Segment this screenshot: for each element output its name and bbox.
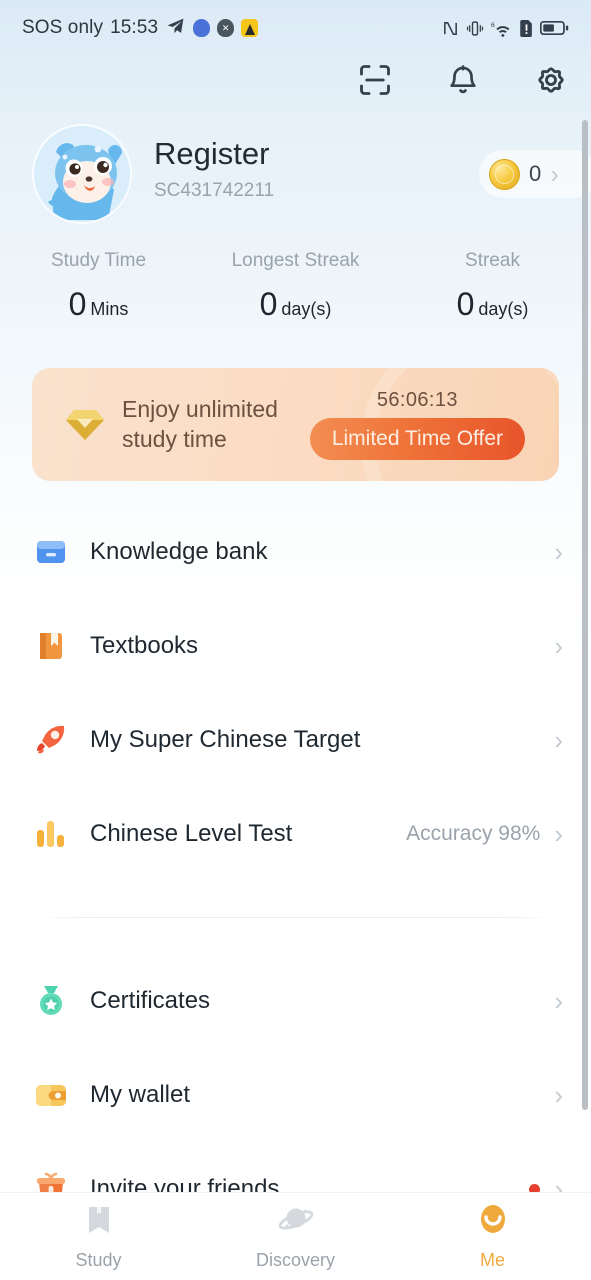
menu-item-label: Certificates bbox=[90, 987, 211, 1014]
bottom-navigation: Study Discovery Me bbox=[0, 1192, 591, 1280]
coin-count: 0 bbox=[529, 161, 542, 186]
rocket-icon bbox=[32, 721, 70, 759]
coin-balance-button[interactable]: 0 › bbox=[479, 150, 591, 198]
gear-icon[interactable] bbox=[529, 58, 573, 102]
chevron-right-icon: › bbox=[554, 537, 563, 567]
stat-value-group: 0 Mins bbox=[0, 286, 197, 323]
stat-number: 0 bbox=[259, 286, 278, 322]
nav-label: Discovery bbox=[255, 1250, 335, 1270]
vibrate-icon bbox=[466, 20, 484, 37]
vertical-scrollbar[interactable] bbox=[582, 120, 588, 1110]
nav-item-discovery[interactable]: Discovery bbox=[197, 1202, 394, 1271]
svg-text:6: 6 bbox=[491, 21, 495, 28]
stat-label: Study Time bbox=[50, 250, 147, 271]
nfc-icon bbox=[442, 20, 459, 37]
menu-list: Knowledge bank › Textbooks › My Super Ch… bbox=[0, 505, 591, 1236]
medal-icon bbox=[32, 982, 70, 1020]
chevron-right-icon: › bbox=[554, 1080, 563, 1110]
coin-icon bbox=[489, 158, 520, 190]
user-id: SC431742211 bbox=[154, 179, 275, 201]
planet-icon bbox=[278, 1202, 314, 1243]
menu-item-label: Textbooks bbox=[90, 632, 199, 659]
profile-text: Register SC431742211 bbox=[154, 124, 274, 202]
stat-unit: Mins bbox=[90, 299, 129, 319]
stat-unit: day(s) bbox=[281, 299, 332, 319]
menu-item-my-super-chinese-target[interactable]: My Super Chinese Target › bbox=[0, 693, 591, 787]
status-bar: SOS only 15:53 6 bbox=[0, 0, 591, 56]
menu-item-right: › bbox=[554, 539, 563, 565]
stat-value-group: 0 day(s) bbox=[394, 286, 591, 323]
stat-longest-streak: Longest Streak 0 day(s) bbox=[197, 250, 394, 323]
menu-item-certificates[interactable]: Certificates › bbox=[0, 954, 591, 1048]
status-bar-left: SOS only 15:53 bbox=[22, 17, 259, 39]
menu-item-knowledge-bank[interactable]: Knowledge bank › bbox=[0, 505, 591, 599]
stat-label: Longest Streak bbox=[231, 250, 360, 271]
chevron-right-icon: › bbox=[554, 631, 563, 661]
menu-item-right: › bbox=[554, 633, 563, 659]
chevron-right-icon: › bbox=[550, 159, 559, 189]
menu-gap-bottom bbox=[0, 918, 591, 954]
stat-number: 0 bbox=[456, 286, 475, 322]
diamond-icon bbox=[64, 407, 106, 443]
menu-item-right: › bbox=[554, 1082, 563, 1108]
menu-item-right: Accuracy 98% › bbox=[406, 821, 563, 847]
clock: 15:53 bbox=[110, 17, 159, 38]
limited-time-offer-button[interactable]: Limited Time Offer bbox=[309, 418, 525, 460]
menu-item-label: My Super Chinese Target bbox=[90, 726, 361, 753]
stat-label: Streak bbox=[465, 250, 520, 271]
shield-dark-icon bbox=[217, 19, 235, 37]
menu-item-label: My wallet bbox=[90, 1081, 191, 1108]
textbook-icon bbox=[32, 627, 70, 665]
menu-gap-top bbox=[0, 881, 591, 917]
app-yellow-icon bbox=[241, 19, 259, 37]
menu-item-textbooks[interactable]: Textbooks › bbox=[0, 599, 591, 693]
nav-label: Me bbox=[479, 1250, 505, 1270]
countdown-timer: 56:06:13 bbox=[376, 389, 458, 411]
wallet-icon bbox=[32, 1076, 70, 1114]
menu-item-right: › bbox=[554, 727, 563, 753]
chevron-right-icon: › bbox=[554, 986, 563, 1016]
promo-title-line1: Enjoy unlimited bbox=[122, 395, 278, 422]
nav-item-me[interactable]: Me bbox=[394, 1202, 591, 1271]
knowledge-bank-icon bbox=[32, 533, 70, 571]
menu-item-label: Knowledge bank bbox=[90, 538, 268, 565]
promo-title-line2: study time bbox=[122, 425, 227, 452]
stat-number: 0 bbox=[68, 286, 87, 322]
wifi6-icon: 6 bbox=[491, 20, 513, 37]
header-actions bbox=[353, 58, 573, 102]
battery-icon bbox=[540, 20, 569, 36]
stat-unit: day(s) bbox=[478, 299, 529, 319]
carrier-status: SOS only bbox=[22, 17, 104, 38]
promo-title: Enjoy unlimited study time bbox=[122, 395, 278, 455]
telegram-icon bbox=[165, 17, 186, 39]
menu-item-my-wallet[interactable]: My wallet › bbox=[0, 1048, 591, 1142]
status-bar-right: 6 bbox=[442, 19, 569, 37]
chevron-right-icon: › bbox=[554, 819, 563, 849]
book-icon bbox=[81, 1202, 117, 1243]
page-title: Register bbox=[154, 136, 270, 171]
stat-study-time: Study Time 0 Mins bbox=[0, 250, 197, 323]
stat-value-group: 0 day(s) bbox=[197, 286, 394, 323]
scan-icon[interactable] bbox=[353, 58, 397, 102]
menu-item-label: Chinese Level Test bbox=[90, 820, 293, 847]
bar-chart-icon bbox=[32, 815, 70, 853]
shield-blue-icon bbox=[193, 19, 211, 37]
smiley-icon bbox=[475, 1202, 511, 1243]
stat-streak: Streak 0 day(s) bbox=[394, 250, 591, 323]
bell-icon[interactable] bbox=[441, 58, 485, 102]
menu-item-chinese-level-test[interactable]: Chinese Level Test Accuracy 98% › bbox=[0, 787, 591, 881]
sim-alert-icon bbox=[520, 19, 533, 37]
promo-action-area: 56:06:13 Limited Time Offer bbox=[309, 389, 525, 460]
chevron-right-icon: › bbox=[554, 725, 563, 755]
promo-banner[interactable]: Enjoy unlimited study time 56:06:13 Limi… bbox=[32, 368, 559, 481]
menu-item-trailing-text: Accuracy 98% bbox=[406, 822, 541, 845]
stats-row: Study Time 0 Mins Longest Streak 0 day(s) … bbox=[0, 250, 591, 323]
nav-item-study[interactable]: Study bbox=[0, 1202, 197, 1271]
avatar[interactable] bbox=[32, 124, 132, 224]
nav-label: Study bbox=[75, 1250, 122, 1270]
menu-item-right: › bbox=[554, 988, 563, 1014]
